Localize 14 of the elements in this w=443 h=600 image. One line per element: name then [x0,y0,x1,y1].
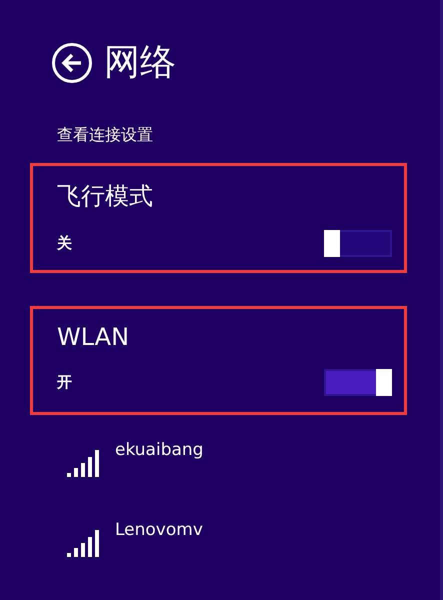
setting-state: 开 [57,372,72,392]
toggle-switch[interactable] [324,230,392,257]
view-connection-settings-link[interactable]: 查看连接设置 [57,125,440,146]
back-arrow-icon [61,52,83,72]
page-title: 网络 [104,41,176,85]
back-button[interactable] [52,42,92,82]
signal-icon [67,529,100,557]
toggle-switch[interactable] [324,368,392,396]
setting-state: 关 [57,234,72,253]
signal-icon [67,449,100,478]
network-name[interactable]: ekuaibang [115,440,204,460]
setting-title: 飞行模式 [57,181,154,212]
network-name[interactable]: Lenovomv [115,520,203,540]
setting-title: WLAN [57,322,130,351]
